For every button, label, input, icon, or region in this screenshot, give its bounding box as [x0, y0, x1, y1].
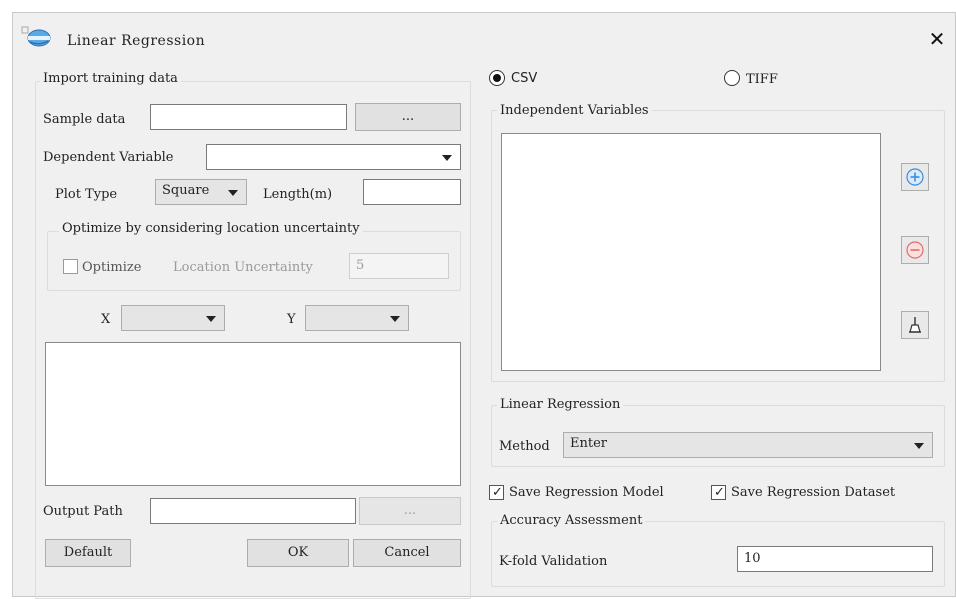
x-select[interactable]	[121, 305, 225, 331]
tiff-radio[interactable]	[724, 70, 740, 86]
y-label: Y	[287, 312, 296, 327]
method-value: Enter	[570, 436, 607, 451]
app-icon	[21, 26, 51, 48]
linear-regression-dialog: Linear Regression ✕ Import training data…	[12, 12, 956, 599]
close-icon[interactable]: ✕	[923, 27, 951, 53]
optimize-group-title: Optimize by considering location uncerta…	[59, 221, 363, 236]
sample-data-browse-button[interactable]: ...	[355, 103, 461, 131]
location-uncertainty-label: Location Uncertainty	[173, 260, 313, 275]
kfold-input[interactable]: 10	[737, 546, 933, 572]
sample-data-input[interactable]	[150, 104, 347, 130]
plot-type-select[interactable]: Square	[155, 179, 247, 205]
dependent-variable-label: Dependent Variable	[43, 150, 174, 165]
xy-list[interactable]	[45, 342, 461, 486]
chevron-down-icon	[206, 316, 216, 322]
length-label: Length(m)	[263, 187, 333, 202]
y-select[interactable]	[305, 305, 409, 331]
plot-type-value: Square	[162, 183, 210, 198]
linear-regression-group-title: Linear Regression	[497, 397, 624, 412]
broom-icon[interactable]	[901, 311, 929, 339]
csv-label: CSV	[511, 71, 538, 86]
x-label: X	[101, 312, 111, 327]
plot-type-label: Plot Type	[55, 187, 118, 202]
tiff-label: TIFF	[746, 72, 778, 87]
method-label: Method	[499, 439, 550, 454]
window-title: Linear Regression	[67, 33, 206, 49]
independent-variables-title: Independent Variables	[497, 103, 652, 118]
import-training-title: Import training data	[40, 71, 181, 86]
save-model-label: Save Regression Model	[509, 485, 664, 500]
optimize-label: Optimize	[82, 260, 142, 275]
length-input[interactable]	[363, 179, 461, 205]
cancel-button[interactable]: Cancel	[353, 539, 461, 567]
chevron-down-icon	[442, 155, 452, 161]
method-select[interactable]: Enter	[563, 432, 933, 458]
independent-variables-list[interactable]	[501, 133, 881, 371]
save-dataset-checkbox[interactable]: ✓	[711, 485, 726, 500]
title-bar[interactable]: Linear Regression ✕	[13, 13, 955, 61]
optimize-checkbox[interactable]	[63, 259, 78, 274]
output-path-label: Output Path	[43, 504, 123, 519]
dependent-variable-select[interactable]	[206, 144, 461, 170]
output-browse-button[interactable]: ...	[359, 497, 461, 525]
chevron-down-icon	[914, 443, 924, 449]
plus-circle-icon[interactable]	[901, 163, 929, 191]
output-path-input[interactable]	[150, 498, 356, 524]
location-uncertainty-input[interactable]: 5	[349, 253, 449, 279]
default-button[interactable]: Default	[45, 539, 131, 567]
csv-radio[interactable]	[489, 70, 505, 86]
chevron-down-icon	[390, 316, 400, 322]
accuracy-assessment-title: Accuracy Assessment	[497, 513, 646, 528]
ok-button[interactable]: OK	[247, 539, 349, 567]
kfold-label: K-fold Validation	[499, 554, 608, 569]
save-model-checkbox[interactable]: ✓	[489, 485, 504, 500]
chevron-down-icon	[228, 190, 238, 196]
minus-circle-icon[interactable]	[901, 236, 929, 264]
sample-data-label: Sample data	[43, 112, 126, 127]
save-dataset-label: Save Regression Dataset	[731, 485, 896, 500]
